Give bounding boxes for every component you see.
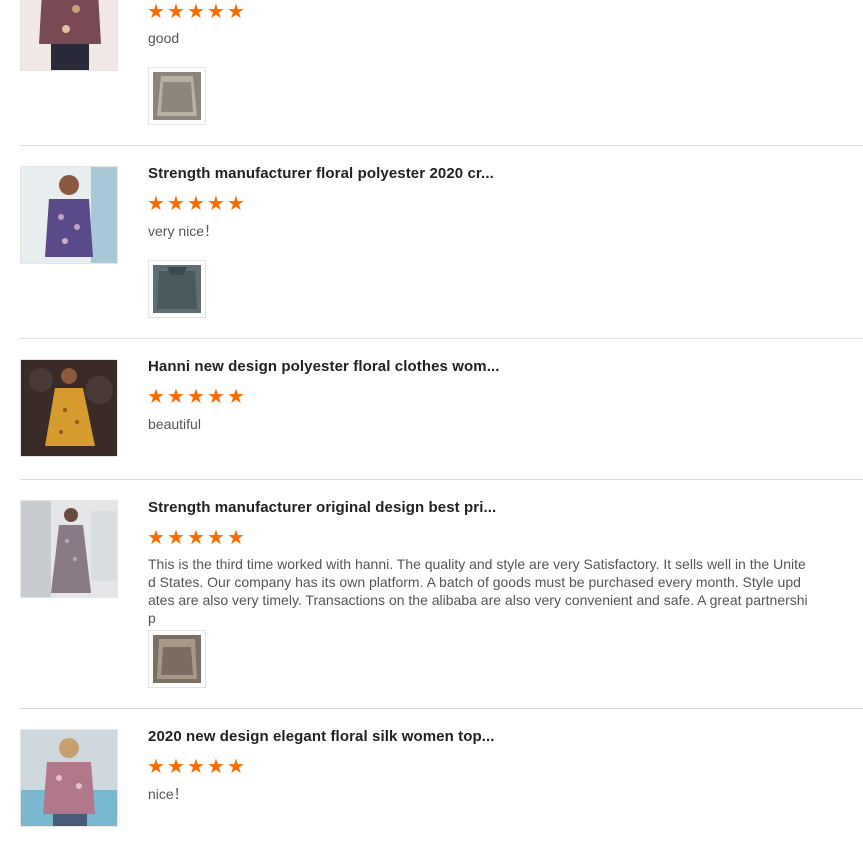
- product-image: [21, 501, 117, 597]
- review-photo[interactable]: [148, 67, 206, 125]
- review-item: ★ ★ ★ ★ ★ good: [20, 0, 863, 146]
- review-photo-image: [153, 635, 201, 683]
- star-icon: ★: [187, 193, 205, 215]
- product-image: [21, 0, 117, 70]
- star-icon: ★: [207, 386, 225, 408]
- star-icon: ★: [207, 193, 225, 215]
- star-icon: ★: [227, 193, 245, 215]
- star-icon: ★: [187, 756, 205, 778]
- review-photo[interactable]: [148, 630, 206, 688]
- product-title[interactable]: 2020 new design elegant floral silk wome…: [148, 728, 495, 745]
- product-thumbnail[interactable]: [20, 729, 118, 827]
- star-icon: ★: [187, 527, 205, 549]
- star-icon: ★: [187, 1, 205, 23]
- star-icon: ★: [147, 756, 165, 778]
- product-image: [21, 167, 117, 263]
- product-thumbnail[interactable]: [20, 500, 118, 598]
- product-image: [21, 360, 117, 456]
- star-icon: ★: [167, 193, 185, 215]
- rating-stars: ★ ★ ★ ★ ★: [147, 194, 247, 214]
- review-item: Strength manufacturer original design be…: [20, 480, 863, 709]
- review-item: Hanni new design polyester floral clothe…: [20, 339, 863, 480]
- review-comment: nice！: [148, 786, 188, 802]
- review-photo-image: [153, 72, 201, 120]
- rating-stars: ★ ★ ★ ★ ★: [147, 387, 247, 407]
- review-comment: good: [148, 30, 180, 46]
- product-title[interactable]: Hanni new design polyester floral clothe…: [148, 358, 500, 375]
- product-thumbnail[interactable]: [20, 359, 118, 457]
- product-title[interactable]: Strength manufacturer floral polyester 2…: [148, 165, 494, 182]
- product-title[interactable]: Strength manufacturer original design be…: [148, 499, 496, 516]
- star-icon: ★: [227, 386, 245, 408]
- product-thumbnail[interactable]: [20, 166, 118, 264]
- review-item: Strength manufacturer floral polyester 2…: [20, 146, 863, 339]
- review-comment: This is the third time worked with hanni…: [148, 556, 808, 626]
- star-icon: ★: [207, 527, 225, 549]
- star-icon: ★: [167, 386, 185, 408]
- star-icon: ★: [147, 1, 165, 23]
- star-icon: ★: [147, 386, 165, 408]
- star-icon: ★: [187, 386, 205, 408]
- star-icon: ★: [227, 527, 245, 549]
- review-photo[interactable]: [148, 260, 206, 318]
- star-icon: ★: [167, 756, 185, 778]
- star-icon: ★: [227, 756, 245, 778]
- star-icon: ★: [167, 527, 185, 549]
- product-thumbnail[interactable]: [20, 0, 118, 71]
- product-image: [21, 730, 117, 826]
- rating-stars: ★ ★ ★ ★ ★: [147, 2, 247, 22]
- rating-stars: ★ ★ ★ ★ ★: [147, 528, 247, 548]
- review-comment: beautiful: [148, 416, 201, 432]
- star-icon: ★: [227, 1, 245, 23]
- star-icon: ★: [147, 193, 165, 215]
- review-item: 2020 new design elegant floral silk wome…: [20, 709, 863, 841]
- rating-stars: ★ ★ ★ ★ ★: [147, 757, 247, 777]
- star-icon: ★: [207, 756, 225, 778]
- star-icon: ★: [147, 527, 165, 549]
- review-photo-image: [153, 265, 201, 313]
- star-icon: ★: [207, 1, 225, 23]
- review-comment: very nice！: [148, 223, 219, 239]
- star-icon: ★: [167, 1, 185, 23]
